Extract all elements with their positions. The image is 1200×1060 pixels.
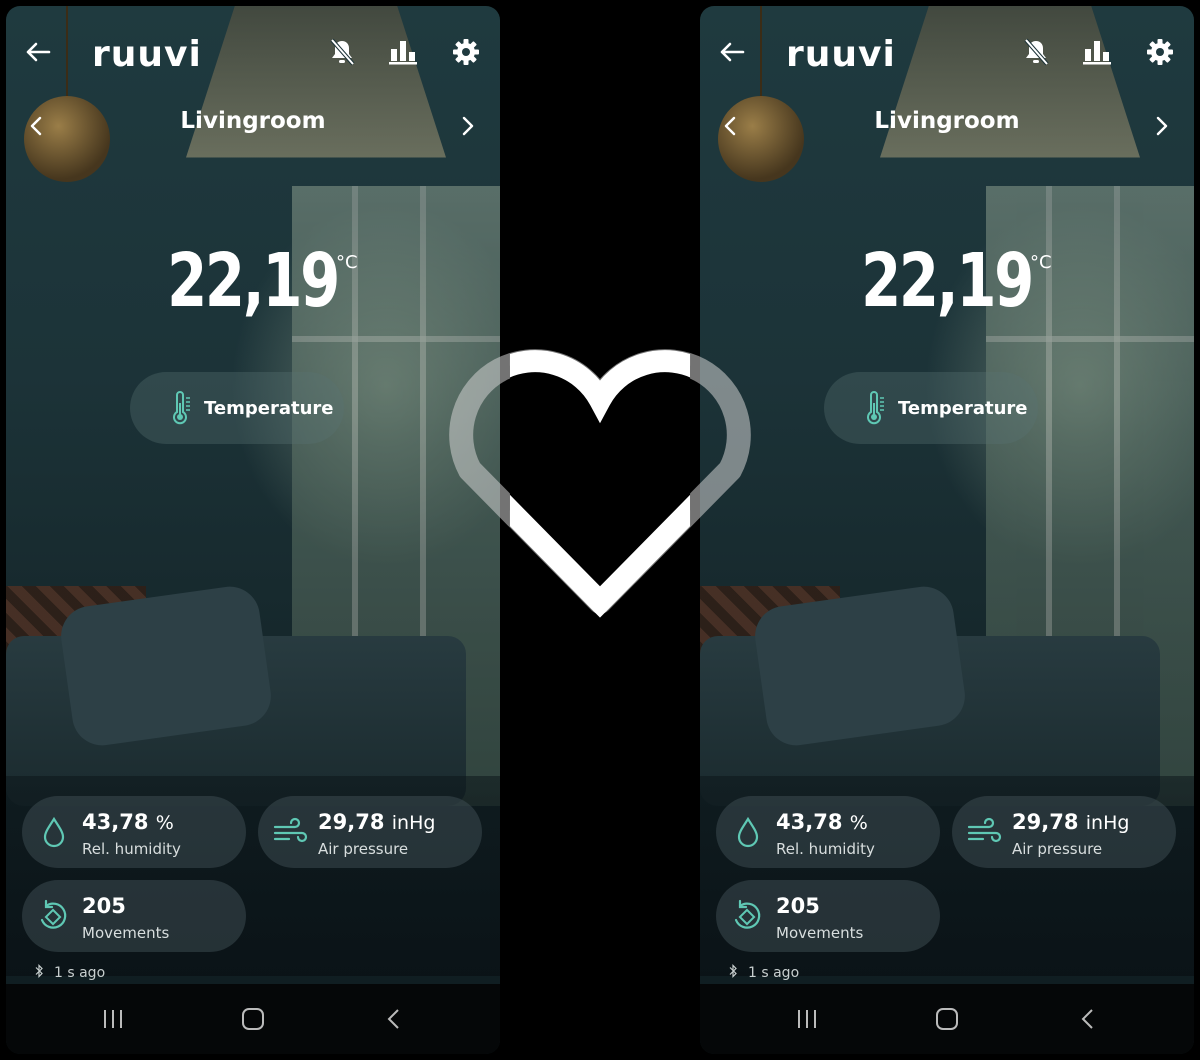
recent-apps-icon[interactable]	[792, 1004, 822, 1034]
gear-icon[interactable]	[1140, 32, 1180, 72]
top-bar: ruuvi	[6, 30, 500, 86]
thermometer-icon	[864, 391, 886, 425]
cushion-decor	[751, 582, 969, 750]
heart-icon	[449, 349, 751, 620]
thermometer-icon	[170, 391, 192, 425]
temperature-mode-button[interactable]: Temperature	[130, 372, 344, 444]
top-bar: ruuvi	[700, 30, 1194, 86]
water-drop-icon	[36, 814, 72, 850]
wind-icon	[966, 814, 1002, 850]
updated-time: 1 s ago	[54, 965, 106, 981]
updated-time: 1 s ago	[748, 965, 800, 981]
humidity-label: Rel. humidity	[776, 840, 875, 858]
bluetooth-icon	[728, 964, 738, 982]
bar-chart-icon[interactable]	[1077, 32, 1117, 72]
temperature-value: 22,19	[861, 238, 1035, 324]
pressure-card[interactable]: 29,78 inHg Air pressure	[258, 796, 482, 868]
temperature-mode-button[interactable]: Temperature	[824, 372, 1038, 444]
phone-screen-left: ruuvi Livingroom 22,19 °C Temperature 43…	[6, 6, 500, 1054]
movements-value: 205	[776, 894, 820, 918]
bell-off-icon[interactable]	[1016, 32, 1056, 72]
wind-icon	[272, 814, 308, 850]
sensor-navigation: Livingroom	[700, 102, 1194, 148]
metrics-panel: 43,78 % Rel. humidity 29,78 inHg Air pre…	[700, 776, 1194, 976]
home-icon[interactable]	[932, 1004, 962, 1034]
cushion-decor	[57, 582, 275, 750]
temperature-mode-label: Temperature	[204, 397, 334, 419]
bluetooth-icon	[34, 964, 44, 982]
movements-value: 205	[82, 894, 126, 918]
temperature-value: 22,19	[167, 238, 341, 324]
temperature-display: 22,19 °C	[700, 238, 1194, 324]
humidity-card[interactable]: 43,78 % Rel. humidity	[716, 796, 940, 868]
ruuvi-logo: ruuvi	[92, 34, 202, 75]
bell-off-icon[interactable]	[322, 32, 362, 72]
bar-chart-icon[interactable]	[383, 32, 423, 72]
temperature-display: 22,19 °C	[6, 238, 500, 324]
chevron-right-icon[interactable]	[448, 106, 488, 146]
movements-label: Movements	[82, 924, 170, 942]
system-navigation-bar	[700, 984, 1194, 1054]
temperature-mode-label: Temperature	[898, 397, 1028, 419]
movements-card[interactable]: 205 Movements	[22, 880, 246, 952]
rotate-icon	[36, 898, 72, 934]
sensor-name: Livingroom	[874, 108, 1020, 134]
pressure-unit: inHg	[1085, 812, 1130, 834]
humidity-card[interactable]: 43,78 % Rel. humidity	[22, 796, 246, 868]
update-status: 1 s ago	[728, 964, 799, 982]
pressure-label: Air pressure	[318, 840, 409, 858]
system-back-icon[interactable]	[1072, 1004, 1102, 1034]
pressure-unit: inHg	[391, 812, 436, 834]
back-arrow-icon[interactable]	[18, 32, 58, 72]
movements-card[interactable]: 205 Movements	[716, 880, 940, 952]
chevron-right-icon[interactable]	[1142, 106, 1182, 146]
system-navigation-bar	[6, 984, 500, 1054]
update-status: 1 s ago	[34, 964, 105, 982]
humidity-unit: %	[155, 812, 174, 834]
movements-label: Movements	[776, 924, 864, 942]
humidity-value: 43,78	[776, 810, 843, 834]
humidity-unit: %	[849, 812, 868, 834]
humidity-value: 43,78	[82, 810, 149, 834]
ruuvi-logo: ruuvi	[786, 34, 896, 75]
temperature-unit: °C	[1030, 252, 1052, 273]
water-drop-icon	[730, 814, 766, 850]
recent-apps-icon[interactable]	[98, 1004, 128, 1034]
temperature-unit: °C	[336, 252, 358, 273]
sensor-navigation: Livingroom	[6, 102, 500, 148]
gear-icon[interactable]	[446, 32, 486, 72]
metrics-panel: 43,78 % Rel. humidity 29,78 inHg Air pre…	[6, 776, 500, 976]
pressure-value: 29,78	[318, 810, 385, 834]
humidity-label: Rel. humidity	[82, 840, 181, 858]
pressure-label: Air pressure	[1012, 840, 1103, 858]
system-back-icon[interactable]	[378, 1004, 408, 1034]
pressure-card[interactable]: 29,78 inHg Air pressure	[952, 796, 1176, 868]
back-arrow-icon[interactable]	[712, 32, 752, 72]
sensor-name: Livingroom	[180, 108, 326, 134]
rotate-icon	[730, 898, 766, 934]
home-icon[interactable]	[238, 1004, 268, 1034]
pressure-value: 29,78	[1012, 810, 1079, 834]
phone-screen-right: ruuvi Livingroom 22,19 °C Temperature 43…	[700, 6, 1194, 1054]
